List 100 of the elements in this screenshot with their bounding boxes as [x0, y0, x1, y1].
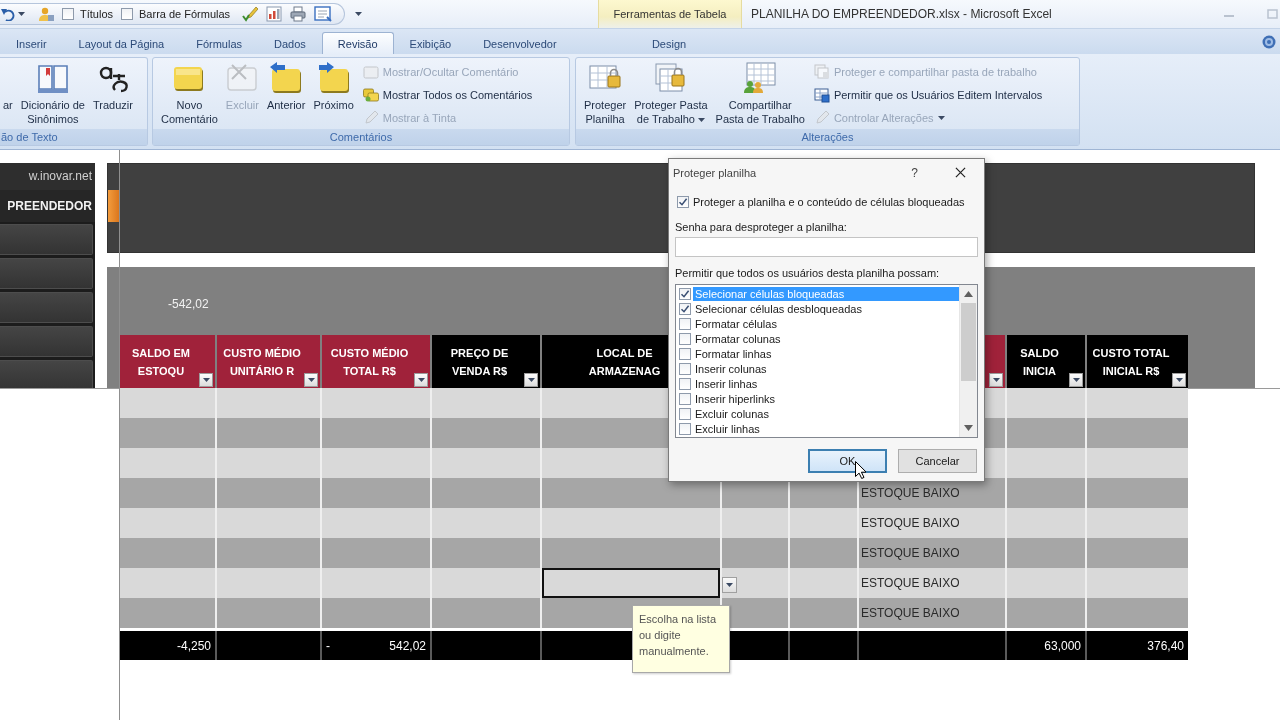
sidebar-button[interactable]	[0, 292, 93, 323]
list-item[interactable]: Formatar células	[693, 316, 959, 331]
ribbon-button[interactable]: Permitir que os Usuários Editem Intervalos	[813, 83, 1043, 106]
group-label: Comentários	[153, 129, 569, 145]
cell-text: 376,40	[1147, 638, 1184, 653]
undo-icon	[1, 7, 15, 21]
cell-text: -	[326, 638, 330, 653]
ribbon-tab[interactable]: Layout da Página	[62, 32, 181, 54]
checkbox[interactable]	[121, 8, 133, 20]
filter-button[interactable]	[989, 373, 1003, 387]
close-icon[interactable]	[955, 167, 966, 178]
ribbon-button[interactable]: Compartilhar Pasta de Trabalho	[712, 62, 808, 126]
checkbox[interactable]	[679, 392, 691, 405]
filter-button[interactable]	[199, 373, 213, 387]
list-item[interactable]: Inserir colunas	[693, 361, 959, 376]
checkbox[interactable]	[679, 302, 691, 315]
ribbon-button[interactable]: Proteger Planilha	[581, 62, 630, 126]
maximize-icon[interactable]	[1267, 9, 1278, 19]
group-label: ão de Texto	[0, 129, 147, 145]
pointer-cursor-icon	[855, 461, 866, 479]
cell-text: -4,250	[176, 638, 211, 653]
ribbon-button[interactable]: Novo Comentário	[158, 62, 221, 126]
dialog-button[interactable]: OK	[808, 449, 887, 473]
ribbon-tab[interactable]: Fórmulas	[180, 32, 259, 54]
filter-button[interactable]	[414, 373, 428, 387]
caret-icon	[992, 378, 1000, 382]
checkbox[interactable]	[677, 196, 689, 208]
filter-button[interactable]	[304, 373, 318, 387]
list-item[interactable]: Formatar colunas	[693, 331, 959, 346]
column-title: LOCAL DE ARMAZENAG	[587, 345, 662, 379]
summary-value: -542,02	[168, 296, 209, 313]
checkbox[interactable]	[679, 347, 691, 360]
ribbon-button[interactable]: Proteger Pasta de Trabalho	[631, 62, 711, 126]
filter-button[interactable]	[1069, 373, 1083, 387]
checkbox[interactable]	[679, 407, 691, 420]
ribbon-tab[interactable]: Dados	[258, 32, 322, 54]
dialog-button[interactable]: Cancelar	[898, 449, 977, 473]
list-item[interactable]: Excluir linhas	[693, 421, 959, 436]
caret-up-icon[interactable]	[964, 291, 973, 297]
filter-button[interactable]	[524, 373, 538, 387]
table-cell: ESTOQUE BAIXO	[859, 508, 1005, 538]
list-item[interactable]: Inserir linhas	[693, 376, 959, 391]
ribbon-button[interactable]: Mostrar Todos os Comentários	[362, 83, 533, 106]
caret-icon	[1175, 378, 1183, 382]
ribbon-tab[interactable]: Revisão	[321, 32, 394, 54]
help-button[interactable]: ?	[911, 165, 918, 180]
checkbox[interactable]	[679, 362, 691, 375]
list-item[interactable]: Inserir hiperlinks	[693, 391, 959, 406]
ribbon-button[interactable]: Próximo	[310, 62, 357, 112]
caret-down-icon[interactable]	[964, 425, 973, 431]
sidebar-button[interactable]	[0, 224, 93, 255]
field-label: Senha para desproteger a planilha:	[675, 220, 847, 235]
note-right-arrow-icon	[317, 62, 350, 94]
scrollbar[interactable]	[959, 285, 977, 437]
password-field[interactable]	[675, 237, 978, 257]
checkbox[interactable]	[679, 287, 691, 300]
input-message-tooltip: Escolha na lista ou digite manualmente.	[632, 605, 730, 673]
ribbon-tab[interactable]: Inserir	[0, 32, 63, 54]
sidebar-button[interactable]	[0, 258, 93, 289]
caret-icon	[726, 583, 733, 587]
caret-icon	[417, 378, 425, 382]
checkbox[interactable]	[679, 332, 691, 345]
pen-icon	[813, 109, 830, 126]
table-cell: ESTOQUE BAIXO	[859, 598, 1005, 628]
help-icon[interactable]	[1262, 34, 1276, 49]
caret-icon	[18, 12, 25, 16]
cell-text: 542,02	[389, 638, 426, 653]
ribbon-button[interactable]: ar	[0, 62, 16, 112]
ribbon-tab[interactable]: Desenvolvedor	[467, 32, 573, 54]
sidebar-link[interactable]: w.inovar.net	[0, 163, 95, 190]
filter-button[interactable]	[1172, 373, 1186, 387]
scrollbar-thumb[interactable]	[961, 303, 976, 381]
chart-sheet-icon	[266, 6, 283, 22]
list-item[interactable]: Formatar linhas	[693, 346, 959, 361]
dropdown-button[interactable]	[722, 577, 737, 593]
checkbox-label[interactable]: Barra de Fórmulas	[139, 8, 231, 20]
column-title: CUSTO TOTAL INICIAL R$	[1091, 345, 1171, 379]
column-title: SALDO EM ESTOQU	[130, 345, 192, 379]
ribbon-tab[interactable]: Design	[635, 32, 703, 54]
tab-marker	[108, 190, 120, 222]
checkbox[interactable]	[679, 377, 691, 390]
list-item[interactable]: Excluir colunas	[693, 406, 959, 421]
pencil-check-icon	[242, 6, 259, 22]
checkbox[interactable]	[62, 8, 74, 20]
ribbon-button[interactable]: Traduzir	[90, 62, 136, 112]
sidebar-button[interactable]	[0, 326, 93, 357]
checkbox[interactable]	[679, 317, 691, 330]
dialog-title: Proteger planilha	[673, 166, 757, 179]
context-tab-header: Ferramentas de Tabela	[598, 0, 742, 28]
list-item[interactable]: Selecionar células desbloqueadas	[693, 301, 959, 316]
ribbon-button[interactable]: Anterior	[263, 62, 309, 112]
ribbon-button[interactable]: Dicionário de Sinônimos	[17, 62, 88, 126]
group-label: Alterações	[576, 129, 1079, 145]
sidebar-button[interactable]	[0, 360, 93, 388]
checkbox-label[interactable]: Proteger a planilha e o conteúdo de células bloqueadas	[693, 196, 965, 208]
ribbon-tab[interactable]: Exibição	[393, 32, 468, 54]
table-cell: ESTOQUE BAIXO	[859, 538, 1005, 568]
checkbox[interactable]	[679, 422, 691, 435]
sheets-lock-icon	[813, 63, 830, 80]
checkbox-label[interactable]: Títulos	[80, 8, 113, 20]
